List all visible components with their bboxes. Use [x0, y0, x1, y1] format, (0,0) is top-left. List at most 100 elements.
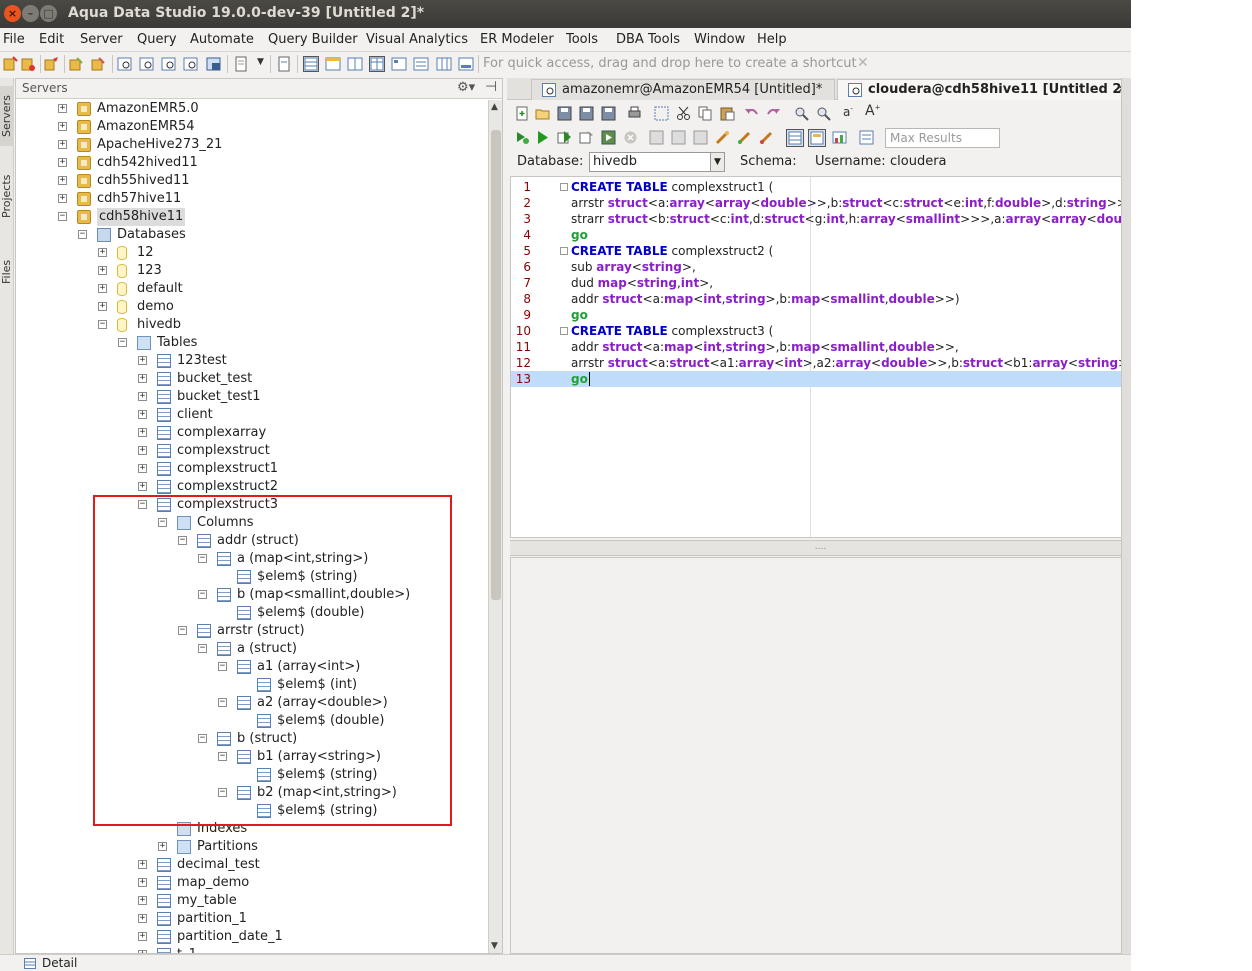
expand-icon[interactable]: + [98, 248, 107, 257]
tree-node[interactable]: + bucket_test [138, 370, 487, 388]
increase-font-icon[interactable]: A+ [865, 103, 880, 119]
expand-icon[interactable]: + [58, 122, 67, 131]
expand-icon[interactable]: + [98, 266, 107, 275]
quick-access-clear-icon[interactable]: ✕ [857, 55, 869, 71]
run-script-icon[interactable] [579, 130, 594, 145]
fold-toggle-icon[interactable] [560, 183, 568, 191]
results-grid-icon[interactable] [786, 129, 804, 147]
maximize-window-icon[interactable]: □ [40, 5, 57, 22]
collapse-icon[interactable]: − [58, 212, 67, 221]
chevron-down-icon[interactable]: ▼ [710, 153, 724, 171]
new-server-icon[interactable] [2, 56, 18, 72]
tree-vertical-scrollbar[interactable]: ▲ ▼ [488, 100, 502, 953]
expand-icon[interactable]: + [138, 374, 147, 383]
auto-commit-icon[interactable] [715, 130, 730, 145]
layout-tabbed-icon[interactable] [325, 56, 341, 72]
expand-icon[interactable]: + [138, 392, 147, 401]
tree-node[interactable]: $elem$ (double) [244, 712, 487, 730]
tree-node[interactable]: − addr (struct) [178, 532, 487, 550]
tree-node[interactable]: +12 [98, 244, 487, 262]
execute-query-icon[interactable] [161, 56, 177, 72]
open-query-icon[interactable] [535, 106, 550, 121]
collapse-icon[interactable]: − [218, 788, 227, 797]
menu-help[interactable]: Help [757, 32, 787, 47]
collapse-icon[interactable]: − [138, 500, 147, 509]
tree-node[interactable]: $elem$ (int) [244, 676, 487, 694]
tab-cloudera[interactable]: cloudera@cdh58hive11 [Untitled 2]* ✕ [837, 79, 1131, 100]
tree-node[interactable]: − a (struct) [198, 640, 487, 658]
edit-server-icon[interactable] [20, 56, 36, 72]
side-tab-servers[interactable]: Servers [0, 86, 14, 146]
scrollbar-thumb[interactable] [491, 130, 501, 600]
close-window-icon[interactable]: × [4, 5, 21, 22]
expand-icon[interactable]: + [138, 932, 147, 941]
collapse-icon[interactable]: − [178, 626, 187, 635]
panel-settings-icon[interactable]: ⚙▾ [457, 80, 475, 95]
tree-node[interactable]: + cdh542hived11 [58, 154, 464, 172]
tree-node[interactable]: + t_1 [138, 946, 487, 953]
tree-node[interactable]: − b (map<smallint,double>) [198, 586, 487, 604]
stop-icon[interactable] [623, 130, 638, 145]
layout-grid-icon[interactable] [303, 56, 319, 72]
tree-node[interactable]: + AmazonEMR5.0 [58, 100, 464, 118]
expand-icon[interactable]: + [58, 194, 67, 203]
execute-icon[interactable] [515, 130, 530, 145]
layout-tree-icon[interactable] [391, 56, 407, 72]
find-replace-icon[interactable] [816, 106, 831, 121]
fold-toggle-icon[interactable] [560, 327, 568, 335]
tree-node[interactable]: $elem$ (string) [244, 766, 487, 784]
max-results-input[interactable]: Max Results [885, 128, 1000, 148]
tree-node[interactable]: + complexstruct2 [138, 478, 487, 496]
menu-file[interactable]: File [3, 32, 25, 47]
save-icon[interactable] [557, 106, 572, 121]
collapse-icon[interactable]: − [178, 536, 187, 545]
collapse-icon[interactable]: − [78, 230, 87, 239]
collapse-icon[interactable]: − [198, 554, 207, 563]
register-server-icon[interactable] [68, 56, 84, 72]
tree-node[interactable]: +123 [98, 262, 487, 280]
redo-icon[interactable] [766, 106, 781, 121]
layout-columns-icon[interactable] [436, 56, 452, 72]
expand-icon[interactable]: + [138, 446, 147, 455]
expand-icon[interactable]: + [138, 914, 147, 923]
menu-window[interactable]: Window [694, 32, 745, 47]
menu-dba-tools[interactable]: DBA Tools [616, 32, 680, 47]
menu-server[interactable]: Server [80, 32, 123, 47]
tree-node[interactable]: Indexes [164, 820, 487, 838]
format-sql-icon[interactable] [649, 130, 664, 145]
tree-node[interactable]: + bucket_test1 [138, 388, 487, 406]
layout-list-icon[interactable] [413, 56, 429, 72]
collapse-icon[interactable]: − [198, 590, 207, 599]
tree-node[interactable]: − b2 (map<int,string>) [218, 784, 487, 802]
layout-detail-icon[interactable] [458, 56, 474, 72]
tree-node[interactable]: + cdh57hive11 [58, 190, 464, 208]
execute-explain-icon[interactable] [601, 130, 616, 145]
tab-amazonemr[interactable]: amazonemr@AmazonEMR54 [Untitled]* [531, 79, 835, 100]
rollback-icon[interactable] [759, 130, 774, 145]
collapse-icon[interactable]: − [158, 518, 167, 527]
print-icon[interactable] [276, 56, 292, 72]
run-current-icon[interactable] [557, 130, 572, 145]
export-icon[interactable] [206, 56, 222, 72]
tree-node[interactable]: $elem$ (double) [224, 604, 487, 622]
collapse-icon[interactable]: − [118, 338, 127, 347]
commit-icon[interactable] [737, 130, 752, 145]
tree-node[interactable]: + my_table [138, 892, 487, 910]
tree-node[interactable]: + client [138, 406, 487, 424]
database-select[interactable]: hivedb ▼ [589, 152, 725, 172]
expand-icon[interactable]: + [98, 302, 107, 311]
tree-node[interactable]: − complexstruct3 [138, 496, 487, 514]
tree-node[interactable]: − hivedb [98, 316, 487, 334]
panel-minimize-icon[interactable]: ⊣ [485, 79, 497, 95]
tree-node[interactable]: $elem$ (string) [224, 568, 487, 586]
tree-node[interactable]: − Databases [78, 226, 484, 244]
query-window-icon[interactable] [139, 56, 155, 72]
collapse-icon[interactable]: − [198, 644, 207, 653]
collapse-icon[interactable]: − [218, 752, 227, 761]
expand-icon[interactable]: + [138, 950, 147, 953]
menu-er-modeler[interactable]: ER Modeler [480, 32, 554, 47]
side-tab-projects[interactable]: Projects [0, 168, 14, 224]
connect-icon[interactable] [44, 56, 60, 72]
results-chart-icon[interactable] [832, 130, 847, 145]
expand-icon[interactable]: + [138, 482, 147, 491]
